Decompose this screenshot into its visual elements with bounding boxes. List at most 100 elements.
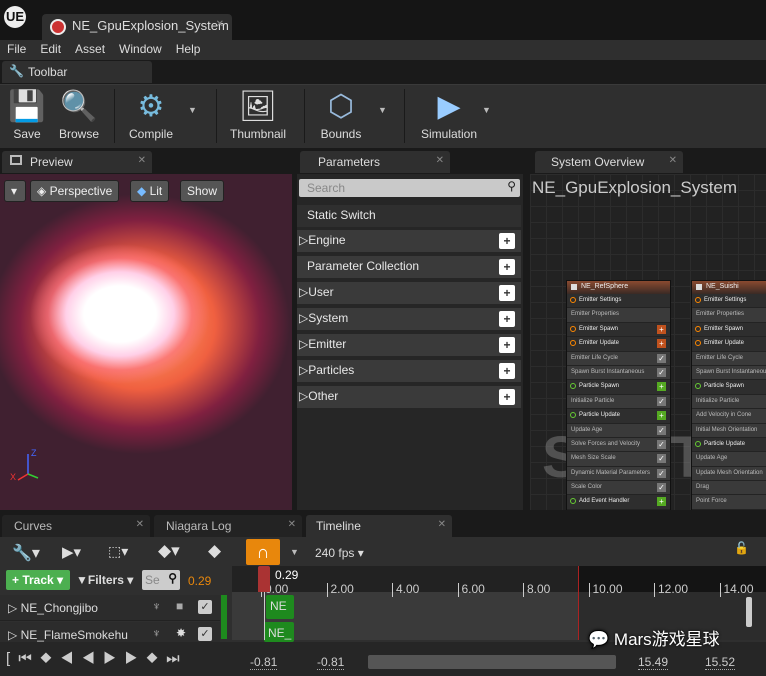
simulation-button[interactable]: ▶ Simulation <box>418 87 480 141</box>
stage-row[interactable]: Particle Spawn <box>692 380 766 395</box>
playback-menu-icon[interactable]: ▶▾ <box>62 543 81 561</box>
menu-help[interactable]: Help <box>169 40 208 60</box>
close-parameters-icon[interactable]: ✕ <box>436 155 444 166</box>
track-enabled-checkbox[interactable]: ✓ <box>198 627 212 641</box>
add-module-icon[interactable]: + <box>657 339 666 349</box>
stage-row[interactable]: Emitter Update <box>692 337 766 352</box>
menu-asset[interactable]: Asset <box>68 40 112 60</box>
module-row[interactable]: Dynamic Material Parameters ✓ <box>567 466 670 482</box>
perspective-button[interactable]: ◈ Perspective <box>30 180 120 202</box>
module-row[interactable]: Solve Forces and Velocity ✓ <box>567 437 670 453</box>
stage-row[interactable]: Add Event Handler + <box>567 495 670 510</box>
toolbar-tab[interactable]: 🔧 Toolbar <box>2 61 152 83</box>
stage-row[interactable]: Emitter Settings <box>692 294 766 309</box>
emitter-node-ne-refsphere[interactable]: NE_RefSphere Emitter Settings Emitter Prop… <box>566 280 671 510</box>
module-row[interactable]: Scale Color ✓ <box>567 481 670 496</box>
stage-row[interactable]: Particle Update <box>692 437 766 453</box>
preview-viewport[interactable]: ▾ ◈ Perspective ◆ Lit Show Z X <box>0 174 292 510</box>
module-row[interactable]: Emitter Properties <box>567 308 670 323</box>
compile-button[interactable]: ⚙ Compile <box>126 87 176 141</box>
curves-tab[interactable]: Curves ✕ <box>2 515 150 537</box>
expand-icon[interactable]: ▷ <box>299 337 308 351</box>
solo-icon[interactable]: ♆ <box>152 599 161 613</box>
close-system-overview-icon[interactable]: ✕ <box>669 155 677 166</box>
stage-row[interactable]: Emitter Settings <box>567 294 670 309</box>
add-module-icon[interactable]: + <box>657 324 666 334</box>
add-module-icon[interactable]: + <box>657 411 666 421</box>
bounds-dropdown-icon[interactable]: ▼ <box>378 105 387 115</box>
category-system[interactable]: ▷System + <box>297 308 521 330</box>
module-enabled-checkbox[interactable]: ✓ <box>657 367 666 377</box>
module-row[interactable]: Update Mesh Orientation <box>692 466 766 482</box>
stage-row[interactable]: Particle Update + <box>567 409 670 424</box>
fps-dropdown[interactable]: 240 fps ▾ <box>315 546 364 560</box>
menu-edit[interactable]: Edit <box>33 40 68 60</box>
expand-icon[interactable]: ▷ <box>299 285 308 299</box>
category-particles[interactable]: ▷Particles + <box>297 360 521 382</box>
stage-row[interactable]: Particle Spawn + <box>567 380 670 395</box>
expand-icon[interactable]: ▷ <box>8 601 21 615</box>
add-module-icon[interactable]: + <box>657 382 666 392</box>
add-track-button[interactable]: + Track ▾ <box>6 570 70 590</box>
expand-icon[interactable]: ▷ <box>299 311 308 325</box>
close-tab-icon[interactable]: ✕ <box>216 19 224 30</box>
module-enabled-checkbox[interactable]: ✓ <box>657 353 666 363</box>
document-tab[interactable]: NE_GpuExplosion_System ✕ <box>42 14 232 40</box>
add-icon[interactable]: + <box>499 285 515 301</box>
module-enabled-checkbox[interactable]: ✓ <box>657 396 666 406</box>
module-row[interactable]: Mesh Size Scale ✓ <box>567 452 670 467</box>
close-preview-icon[interactable]: ✕ <box>138 155 146 166</box>
module-row[interactable]: Initialize Particle <box>692 394 766 410</box>
add-icon[interactable]: + <box>499 337 515 353</box>
show-button[interactable]: Show <box>180 180 225 202</box>
filters-button[interactable]: ▼Filters ▾ <box>76 573 133 587</box>
module-enabled-checkbox[interactable]: ✓ <box>657 468 666 478</box>
stage-row[interactable]: Emitter Spawn <box>692 322 766 338</box>
menu-file[interactable]: File <box>0 40 33 60</box>
timeline-tab[interactable]: Timeline ✕ <box>306 515 452 537</box>
system-overview-tab[interactable]: System Overview ✕ <box>535 151 683 173</box>
track-enabled-checkbox[interactable]: ✓ <box>198 600 212 614</box>
solo-icon[interactable]: ♆ <box>152 626 161 640</box>
expand-icon[interactable]: ▷ <box>299 389 308 403</box>
add-icon[interactable]: + <box>499 363 515 379</box>
range-scrollbar[interactable] <box>368 655 616 669</box>
transport-buttons[interactable]: [ ⏮ ◆ ◀ ◀ ▶ ▶ ◆ ⏭ <box>6 650 182 667</box>
system-overview-graph[interactable]: NE_GpuExplosion_System SYSTEM NE_RefSphe… <box>530 174 766 510</box>
snap-magnet-button[interactable]: ∩ <box>246 539 280 565</box>
add-icon[interactable]: + <box>499 259 515 275</box>
working-start-input[interactable]: -0.81 <box>317 655 345 670</box>
key-auto-icon[interactable]: ◆ <box>208 541 221 561</box>
key-menu-icon[interactable]: ◆▾ <box>158 541 180 561</box>
emitter-clip[interactable]: NE <box>266 595 294 619</box>
viewport-options-button[interactable]: ▾ <box>4 180 26 202</box>
category-other[interactable]: ▷Other + <box>297 386 521 408</box>
simulation-dropdown-icon[interactable]: ▼ <box>482 105 491 115</box>
module-row[interactable]: Initial Mesh Orientation <box>692 423 766 438</box>
view-end-input[interactable]: 15.49 <box>638 655 669 670</box>
category-user[interactable]: ▷User + <box>297 282 521 304</box>
snap-dropdown-icon[interactable]: ▼ <box>290 547 299 557</box>
preview-tab[interactable]: Preview ✕ <box>2 151 152 173</box>
expand-icon[interactable]: ▷ <box>299 363 308 377</box>
module-row[interactable]: Emitter Properties <box>692 308 766 323</box>
save-button[interactable]: 💾 Save <box>8 87 46 141</box>
parameters-tab[interactable]: Parameters ✕ <box>300 151 450 173</box>
working-end-input[interactable]: 15.52 <box>705 655 736 670</box>
module-row[interactable]: Drag <box>692 481 766 496</box>
category-engine[interactable]: ▷Engine + <box>297 230 521 252</box>
track-ne-chongjibo[interactable]: ▷ NE_Chongjibo ♆ ■ ✓ <box>0 595 220 621</box>
niagara-log-tab[interactable]: Niagara Log ✕ <box>154 515 302 537</box>
add-icon[interactable]: + <box>499 389 515 405</box>
bounds-button[interactable]: ⬡ Bounds <box>318 87 364 141</box>
module-row[interactable]: Update Age <box>692 452 766 467</box>
module-row[interactable]: Point Force <box>692 495 766 510</box>
stage-row[interactable]: Emitter Update + <box>567 337 670 352</box>
lock-icon[interactable]: 🔓 <box>734 541 749 555</box>
category-parameter-collection[interactable]: Parameter Collection + <box>297 256 521 278</box>
module-row[interactable]: Spawn Burst Instantaneous ✓ <box>567 365 670 381</box>
module-enabled-checkbox[interactable]: ✓ <box>657 425 666 435</box>
playhead-handle[interactable] <box>258 566 270 592</box>
end-marker[interactable] <box>578 566 579 640</box>
module-enabled-checkbox[interactable]: ✓ <box>657 439 666 449</box>
